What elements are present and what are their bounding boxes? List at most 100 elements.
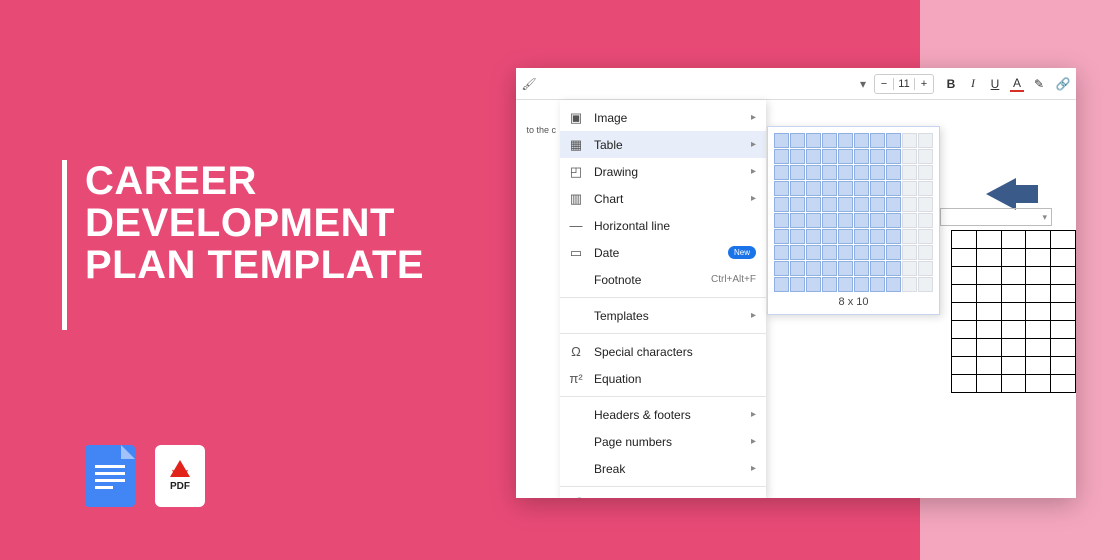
menu-item-equation[interactable]: π²Equation bbox=[560, 365, 766, 392]
grid-cell[interactable] bbox=[790, 245, 805, 260]
table-cell[interactable] bbox=[1026, 303, 1051, 321]
grid-cell[interactable] bbox=[806, 133, 821, 148]
grid-cell[interactable] bbox=[918, 245, 933, 260]
grid-cell[interactable] bbox=[774, 165, 789, 180]
table-cell[interactable] bbox=[1026, 357, 1051, 375]
grid-cell[interactable] bbox=[854, 133, 869, 148]
grid-cell[interactable] bbox=[838, 165, 853, 180]
dropdown-caret-icon[interactable]: ▾ bbox=[856, 77, 870, 91]
grid-cell[interactable] bbox=[822, 245, 837, 260]
menu-item-break[interactable]: Break▸ bbox=[560, 455, 766, 482]
grid-cell[interactable] bbox=[902, 165, 917, 180]
grid-cell[interactable] bbox=[774, 213, 789, 228]
table-cell[interactable] bbox=[1026, 231, 1051, 249]
format-paint-icon[interactable]: 🖌 bbox=[522, 77, 536, 91]
font-size-stepper[interactable]: − 11 + bbox=[874, 74, 934, 94]
grid-cell[interactable] bbox=[822, 165, 837, 180]
grid-cell[interactable] bbox=[854, 197, 869, 212]
table-cell[interactable] bbox=[976, 339, 1001, 357]
grid-cell[interactable] bbox=[886, 133, 901, 148]
menu-item-date[interactable]: ▭DateNew bbox=[560, 239, 766, 266]
grid-cell[interactable] bbox=[870, 165, 885, 180]
grid-cell[interactable] bbox=[822, 197, 837, 212]
grid-cell[interactable] bbox=[822, 213, 837, 228]
grid-cell[interactable] bbox=[838, 245, 853, 260]
grid-cell[interactable] bbox=[918, 133, 933, 148]
grid-cell[interactable] bbox=[886, 261, 901, 276]
table-cell[interactable] bbox=[1026, 321, 1051, 339]
table-cell[interactable] bbox=[952, 231, 977, 249]
grid-cell[interactable] bbox=[790, 181, 805, 196]
italic-button[interactable]: I bbox=[966, 76, 980, 91]
grid-cell[interactable] bbox=[886, 229, 901, 244]
grid-cell[interactable] bbox=[918, 277, 933, 292]
grid-cell[interactable] bbox=[918, 197, 933, 212]
table-cell[interactable] bbox=[1051, 303, 1076, 321]
table-cell[interactable] bbox=[1001, 321, 1026, 339]
table-cell[interactable] bbox=[1026, 285, 1051, 303]
grid-cell[interactable] bbox=[870, 133, 885, 148]
grid-cell[interactable] bbox=[806, 165, 821, 180]
table-cell[interactable] bbox=[1051, 357, 1076, 375]
menu-item-drawing[interactable]: ◰Drawing▸ bbox=[560, 158, 766, 185]
grid-cell[interactable] bbox=[806, 245, 821, 260]
table-cell[interactable] bbox=[1001, 249, 1026, 267]
grid-cell[interactable] bbox=[886, 165, 901, 180]
grid-cell[interactable] bbox=[854, 277, 869, 292]
grid-cell[interactable] bbox=[838, 277, 853, 292]
table-cell[interactable] bbox=[1026, 249, 1051, 267]
font-size-value[interactable]: 11 bbox=[893, 78, 915, 90]
cell-dropdown[interactable]: ▾ bbox=[940, 208, 1052, 226]
menu-item-horizontal-line[interactable]: ―Horizontal line bbox=[560, 212, 766, 239]
table-cell[interactable] bbox=[1051, 285, 1076, 303]
table-cell[interactable] bbox=[952, 285, 977, 303]
grid-cell[interactable] bbox=[886, 181, 901, 196]
grid-cell[interactable] bbox=[774, 133, 789, 148]
grid-cell[interactable] bbox=[886, 245, 901, 260]
grid-cell[interactable] bbox=[870, 261, 885, 276]
grid-cell[interactable] bbox=[774, 261, 789, 276]
table-cell[interactable] bbox=[1051, 249, 1076, 267]
grid-cell[interactable] bbox=[822, 181, 837, 196]
grid-cell[interactable] bbox=[870, 181, 885, 196]
grid-cell[interactable] bbox=[806, 277, 821, 292]
grid-cell[interactable] bbox=[902, 197, 917, 212]
table-cell[interactable] bbox=[1001, 231, 1026, 249]
grid-cell[interactable] bbox=[902, 261, 917, 276]
grid-cell[interactable] bbox=[918, 181, 933, 196]
insert-link-icon[interactable]: 🔗 bbox=[1056, 77, 1070, 91]
table-cell[interactable] bbox=[952, 321, 977, 339]
grid-cell[interactable] bbox=[806, 149, 821, 164]
grid-cell[interactable] bbox=[822, 133, 837, 148]
grid-cell[interactable] bbox=[918, 149, 933, 164]
table-cell[interactable] bbox=[976, 231, 1001, 249]
table-cell[interactable] bbox=[952, 267, 977, 285]
grid-cell[interactable] bbox=[918, 213, 933, 228]
grid-cell[interactable] bbox=[790, 277, 805, 292]
menu-item-templates[interactable]: Templates▸ bbox=[560, 302, 766, 329]
grid-cell[interactable] bbox=[870, 229, 885, 244]
grid-cell[interactable] bbox=[774, 149, 789, 164]
table-cell[interactable] bbox=[952, 303, 977, 321]
grid-cell[interactable] bbox=[790, 197, 805, 212]
grid-cell[interactable] bbox=[806, 213, 821, 228]
grid-cell[interactable] bbox=[902, 245, 917, 260]
table-cell[interactable] bbox=[976, 375, 1001, 393]
grid-cell[interactable] bbox=[870, 149, 885, 164]
table-cell[interactable] bbox=[1001, 285, 1026, 303]
table-cell[interactable] bbox=[1051, 339, 1076, 357]
grid-cell[interactable] bbox=[822, 277, 837, 292]
grid-cell[interactable] bbox=[838, 181, 853, 196]
table-size-picker[interactable]: 8 x 10 bbox=[767, 126, 940, 315]
grid-cell[interactable] bbox=[790, 133, 805, 148]
grid-cell[interactable] bbox=[790, 261, 805, 276]
table-cell[interactable] bbox=[1051, 231, 1076, 249]
table-cell[interactable] bbox=[952, 339, 977, 357]
table-cell[interactable] bbox=[1001, 267, 1026, 285]
grid-cell[interactable] bbox=[902, 229, 917, 244]
menu-item-footnote[interactable]: FootnoteCtrl+Alt+F bbox=[560, 266, 766, 293]
grid-cell[interactable] bbox=[902, 133, 917, 148]
menu-item-headers-footers[interactable]: Headers & footers▸ bbox=[560, 401, 766, 428]
bold-button[interactable]: B bbox=[944, 77, 958, 91]
grid-cell[interactable] bbox=[854, 149, 869, 164]
